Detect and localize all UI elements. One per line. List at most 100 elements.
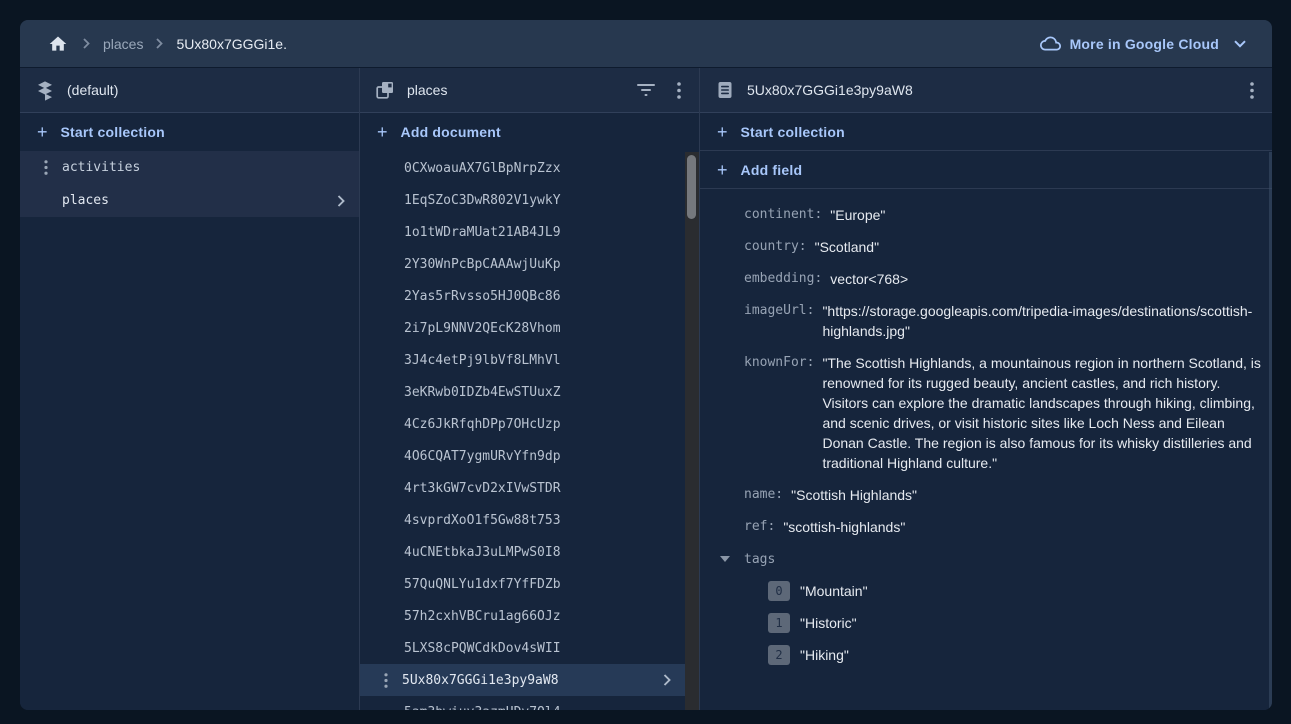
document-id: 0CXwoauAX7GlBpNrpZzx <box>404 161 561 176</box>
document-id: 4uCNEtbkaJ3uLMPwS0I8 <box>404 545 561 560</box>
field-value: "scottish-highlands" <box>783 511 905 543</box>
document-row[interactable]: 4O6CQAT7ygmURvYfn9dp <box>360 440 685 472</box>
field-row[interactable]: knownFor:"The Scottish Highlands, a moun… <box>744 347 1262 479</box>
breadcrumb-bar: places 5Ux80x7GGGi1e. More in Google Clo… <box>20 20 1272 68</box>
document-row[interactable]: 57h2cxhVBCru1ag66OJz <box>360 600 685 632</box>
document-row[interactable]: 4Cz6JkRfqhDPp7OHcUzp <box>360 408 685 440</box>
document-id: 57QuQNLYu1dxf7YfFDZb <box>404 577 561 592</box>
field-value: "Scotland" <box>815 231 879 263</box>
array-item-value: "Mountain" <box>800 583 868 599</box>
document-id: 1EqSZoC3DwR802V1ywkY <box>404 193 561 208</box>
more-in-google-cloud-label: More in Google Cloud <box>1070 36 1219 52</box>
breadcrumb-places-link[interactable]: places <box>103 36 143 52</box>
field-key: ref: <box>744 511 775 543</box>
plus-icon: + <box>717 123 728 141</box>
field-row[interactable]: country:"Scotland" <box>744 231 1262 263</box>
filter-icon[interactable] <box>635 82 657 98</box>
field-row[interactable]: name:"Scottish Highlands" <box>744 479 1262 511</box>
more-in-google-cloud-menu[interactable]: More in Google Cloud <box>1040 36 1246 52</box>
field-key: embedding: <box>744 263 822 295</box>
sidebar-item-places[interactable]: places <box>20 184 359 217</box>
field-key: country: <box>744 231 807 263</box>
start-collection-button[interactable]: + Start collection <box>20 113 359 151</box>
home-icon[interactable] <box>46 32 70 56</box>
chevron-right-icon <box>156 38 163 49</box>
document-row[interactable]: 4rt3kGW7cvD2xIVwSTDR <box>360 472 685 504</box>
field-value: "Scottish Highlands" <box>791 479 917 511</box>
document-row[interactable]: 57QuQNLYu1dxf7YfFDZb <box>360 568 685 600</box>
document-panel: 5Ux80x7GGGi1e3py9aW8 + Start collection … <box>700 68 1272 710</box>
field-key: tags <box>744 552 775 567</box>
cloud-icon <box>1040 36 1061 51</box>
chevron-right-icon <box>337 195 345 207</box>
add-field-button[interactable]: + Add field <box>700 151 1272 189</box>
document-icon <box>716 81 734 99</box>
document-row[interactable]: 5LXS8cPQWCdkDov4sWII <box>360 632 685 664</box>
document-row[interactable]: 2Y30WnPcBpCAAAwjUuKp <box>360 248 685 280</box>
document-id: 3eKRwb0IDZb4EwSTUuxZ <box>404 385 561 400</box>
field-value: "Europe" <box>830 199 885 231</box>
document-row[interactable]: 0CXwoauAX7GlBpNrpZzx <box>360 152 685 184</box>
document-list: 0CXwoauAX7GlBpNrpZzx 1EqSZoC3DwR802V1ywkY… <box>360 152 685 710</box>
document-row[interactable]: 2i7pL9NNV2QEcK28Vhom <box>360 312 685 344</box>
chevron-right-icon <box>663 674 671 686</box>
firestore-window: places 5Ux80x7GGGi1e. More in Google Clo… <box>20 20 1272 710</box>
kebab-menu-icon[interactable] <box>675 80 683 101</box>
scrollbar-track[interactable] <box>1269 152 1272 710</box>
field-key: continent: <box>744 199 822 231</box>
firestore-database-icon <box>36 80 54 101</box>
kebab-menu-icon[interactable] <box>374 673 398 688</box>
array-item-row[interactable]: 1"Historic" <box>744 607 1262 639</box>
kebab-menu-icon[interactable] <box>34 160 58 175</box>
document-title: 5Ux80x7GGGi1e3py9aW8 <box>747 82 913 98</box>
database-panel-header: (default) <box>20 68 359 113</box>
collection-title: places <box>407 82 447 98</box>
document-row[interactable]: 5Ux80x7GGGi1e3py9aW8 <box>360 664 685 696</box>
array-item-row[interactable]: 2"Hiking" <box>744 639 1262 671</box>
document-row[interactable]: 1EqSZoC3DwR802V1ywkY <box>360 184 685 216</box>
scrollbar-track[interactable] <box>685 152 699 710</box>
array-item-row[interactable]: 0"Mountain" <box>744 575 1262 607</box>
document-row[interactable]: 5am3bwiuv3azmUDv7Ql4 <box>360 696 685 710</box>
field-row[interactable]: imageUrl:"https://storage.googleapis.com… <box>744 295 1262 347</box>
plus-icon: + <box>377 123 388 141</box>
plus-icon: + <box>717 161 728 179</box>
document-row[interactable]: 3J4c4etPj9lbVf8LMhVl <box>360 344 685 376</box>
collection-name: places <box>62 193 109 208</box>
start-collection-button[interactable]: + Start collection <box>700 113 1272 151</box>
document-id: 4rt3kGW7cvD2xIVwSTDR <box>404 481 561 496</box>
document-id: 2Y30WnPcBpCAAAwjUuKp <box>404 257 561 272</box>
scrollbar-thumb[interactable] <box>687 155 696 219</box>
field-row[interactable]: embedding:vector<768> <box>744 263 1262 295</box>
collection-panel-header: places <box>360 68 699 113</box>
panels: (default) + Start collection activities p… <box>20 68 1272 710</box>
field-value: "https://storage.googleapis.com/tripedia… <box>822 295 1262 347</box>
collection-name: activities <box>62 160 140 175</box>
collapse-triangle-icon[interactable] <box>720 556 730 562</box>
document-row[interactable]: 4svprdXoO1f5Gw88t753 <box>360 504 685 536</box>
field-row-tags[interactable]: tags <box>720 543 1262 575</box>
document-id: 5am3bwiuv3azmUDv7Ql4 <box>404 705 561 711</box>
document-id: 4O6CQAT7ygmURvYfn9dp <box>404 449 561 464</box>
collection-panel: places + Add document <box>360 68 700 710</box>
field-key: name: <box>744 479 783 511</box>
document-row[interactable]: 1o1tWDraMUat21AB4JL9 <box>360 216 685 248</box>
document-row[interactable]: 4uCNEtbkaJ3uLMPwS0I8 <box>360 536 685 568</box>
document-id: 5LXS8cPQWCdkDov4sWII <box>404 641 561 656</box>
document-row[interactable]: 3eKRwb0IDZb4EwSTUuxZ <box>360 376 685 408</box>
kebab-menu-icon[interactable] <box>1248 80 1256 101</box>
document-id: 3J4c4etPj9lbVf8LMhVl <box>404 353 561 368</box>
document-id: 57h2cxhVBCru1ag66OJz <box>404 609 561 624</box>
chevron-down-icon <box>1234 40 1246 48</box>
array-item-value: "Hiking" <box>800 647 849 663</box>
breadcrumb-current-document: 5Ux80x7GGGi1e. <box>176 36 287 52</box>
field-key: imageUrl: <box>744 295 814 327</box>
document-row[interactable]: 2Yas5rRvsso5HJ0QBc86 <box>360 280 685 312</box>
field-row[interactable]: continent:"Europe" <box>744 199 1262 231</box>
database-title: (default) <box>67 82 118 98</box>
field-row[interactable]: ref: "scottish-highlands" <box>744 511 1262 543</box>
collection-icon <box>376 81 394 99</box>
add-document-button[interactable]: + Add document <box>360 113 699 151</box>
sidebar-item-activities[interactable]: activities <box>20 151 359 184</box>
collection-list: activities places <box>20 151 359 217</box>
